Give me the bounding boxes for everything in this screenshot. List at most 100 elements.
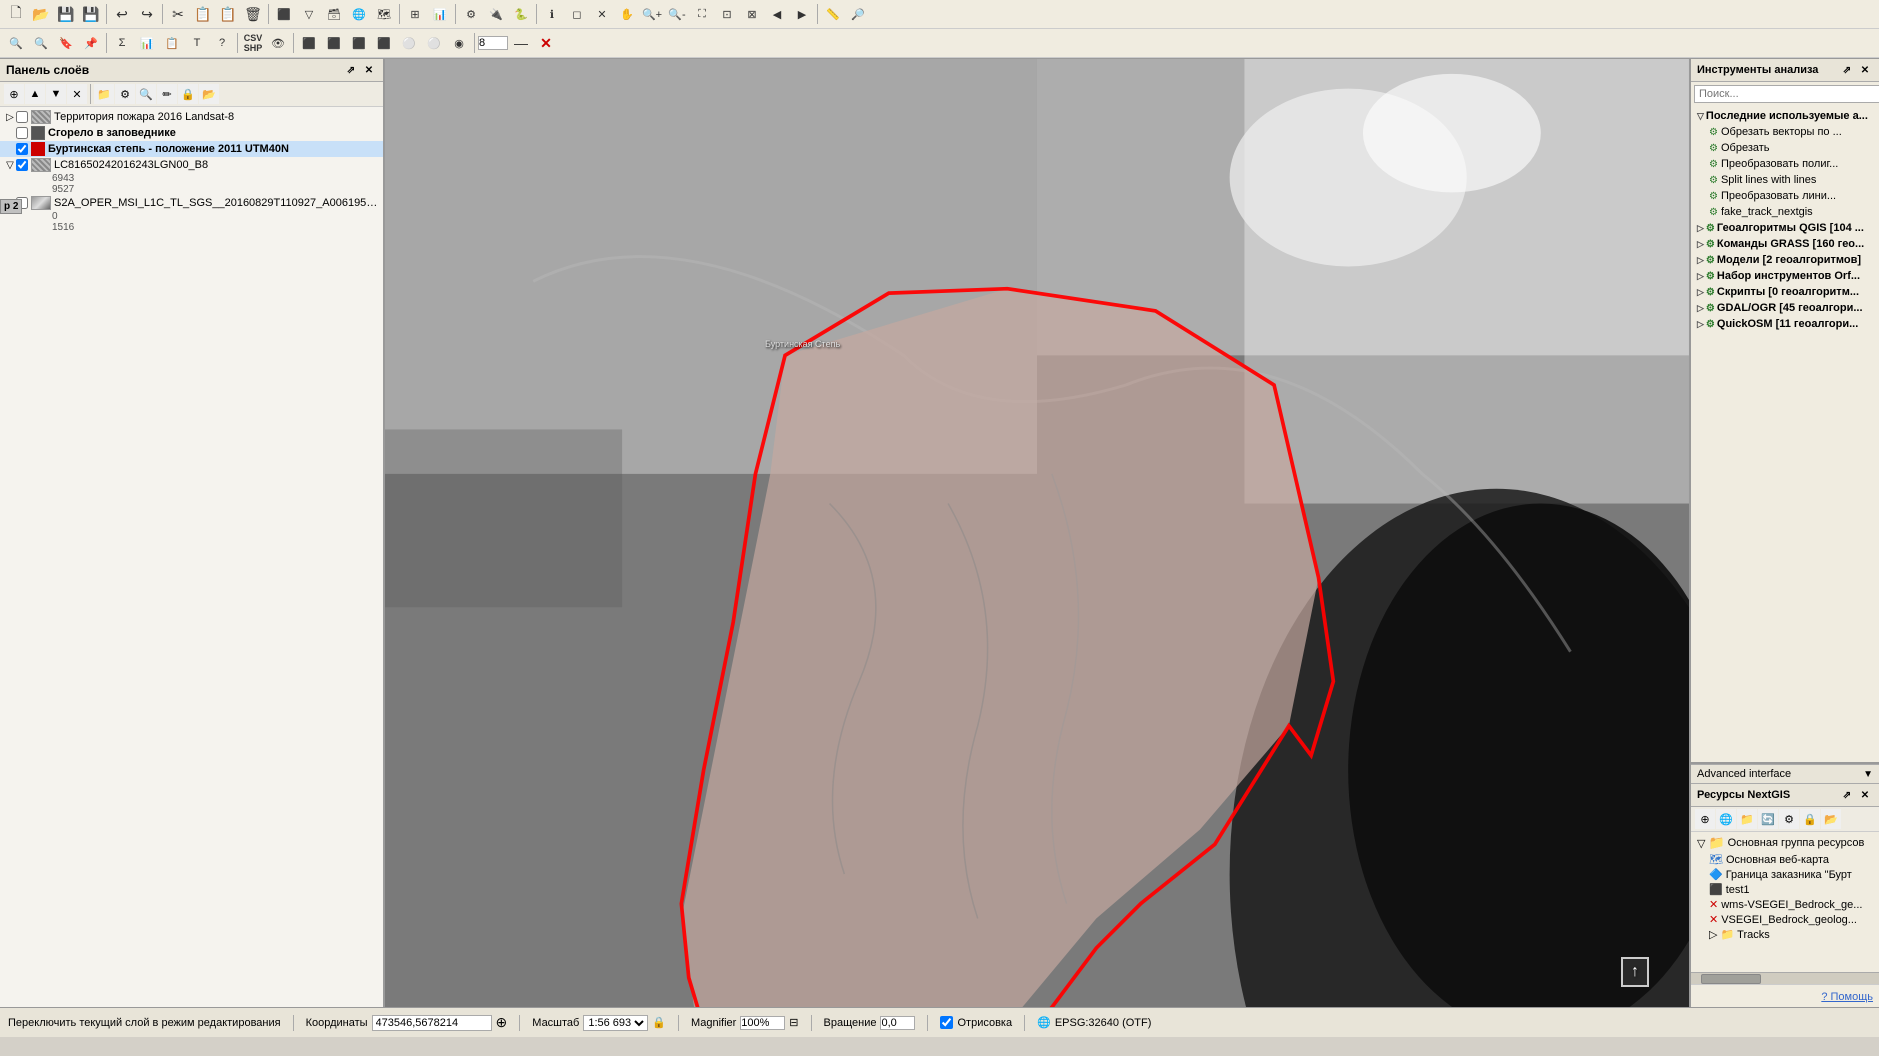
nextgis-folder-btn[interactable]: 📁 bbox=[1737, 809, 1757, 829]
expand-icon[interactable]: ▷ bbox=[1697, 319, 1704, 330]
add-wms-btn[interactable]: 🌐 bbox=[347, 2, 371, 26]
copy-btn[interactable]: 📋 bbox=[191, 2, 215, 26]
advanced-interface-row[interactable]: Advanced interface ▼ bbox=[1691, 764, 1879, 784]
close-x-btn[interactable]: ✕ bbox=[534, 31, 558, 55]
analysis-close-icon[interactable]: ✕ bbox=[1857, 62, 1873, 78]
nextgis-item[interactable]: ▽ 📁 Основная группа ресурсов bbox=[1693, 834, 1877, 852]
polygon-select-btn[interactable]: ⬛ bbox=[347, 31, 371, 55]
rotation-input[interactable] bbox=[478, 36, 508, 50]
bookmark-btn[interactable]: 🔖 bbox=[54, 31, 78, 55]
search-layer-btn[interactable]: 🔍 bbox=[4, 31, 28, 55]
layer-checkbox[interactable] bbox=[16, 127, 28, 139]
rendering-checkbox[interactable] bbox=[940, 1016, 953, 1029]
layer-item[interactable]: ▽ S2A_OPER_MSI_L1C_TL_SGS__20160829T1109… bbox=[0, 195, 383, 211]
attr-table-btn[interactable]: 📊 bbox=[428, 2, 452, 26]
circle-select-btn[interactable]: ⬛ bbox=[322, 31, 346, 55]
measure-btn[interactable]: 📏 bbox=[821, 2, 845, 26]
help-link[interactable]: ? Помощь bbox=[1821, 991, 1873, 1003]
coord-input[interactable] bbox=[372, 1015, 492, 1031]
processing-btn[interactable]: ⚙ bbox=[459, 2, 483, 26]
nextgis-item[interactable]: ✕ wms-VSEGEI_Bedrock_ge... bbox=[1693, 897, 1877, 912]
scale-select[interactable]: 1:56 693 bbox=[583, 1015, 648, 1031]
expand-icon[interactable]: ▷ bbox=[4, 111, 16, 123]
report-btn[interactable]: 📋 bbox=[160, 31, 184, 55]
nextgis-settings-btn[interactable]: ⚙ bbox=[1779, 809, 1799, 829]
add-raster-btn[interactable]: ⬛ bbox=[272, 2, 296, 26]
folder-expand-icon[interactable]: ▽ bbox=[1697, 837, 1705, 850]
cut-btn[interactable]: ✂ bbox=[166, 2, 190, 26]
edit-layer-btn[interactable]: ✏ bbox=[157, 84, 177, 104]
tree-section[interactable]: ▷ ⚙ Скрипты [0 геоалгоритм... bbox=[1693, 284, 1877, 300]
tree-child[interactable]: ⚙ Обрезать векторы по ... bbox=[1693, 124, 1877, 140]
crs-icon[interactable]: 🌐 bbox=[1037, 1016, 1051, 1029]
nextgis-web-btn[interactable]: 🌐 bbox=[1716, 809, 1736, 829]
layer-checkbox[interactable] bbox=[16, 143, 28, 155]
undo-btn[interactable]: ↩ bbox=[110, 2, 134, 26]
crs-label[interactable]: EPSG:32640 (OTF) bbox=[1055, 1017, 1152, 1029]
layer-checkbox[interactable] bbox=[16, 111, 28, 123]
spatial-query-btn[interactable]: 🔎 bbox=[846, 2, 870, 26]
analysis-search-input[interactable] bbox=[1694, 85, 1879, 103]
search-layer-btn2[interactable]: 🔍 bbox=[136, 84, 156, 104]
expand-icon[interactable]: ▽ bbox=[1697, 111, 1704, 122]
layer-checkbox[interactable] bbox=[16, 159, 28, 171]
stats-btn[interactable]: Σ bbox=[110, 31, 134, 55]
filter-btn[interactable]: 🔍 bbox=[29, 31, 53, 55]
tree-child[interactable]: ⚙ Обрезать bbox=[1693, 140, 1877, 156]
dash-btn[interactable]: — bbox=[509, 31, 533, 55]
delete-btn[interactable]: 🗑 bbox=[241, 2, 265, 26]
nextgis-item[interactable]: ▷ 📁 Tracks bbox=[1693, 927, 1877, 942]
expand-icon[interactable]: ▽ bbox=[4, 159, 16, 171]
layer-item[interactable]: ▷ Буртинская степь - положение 2011 UTM4… bbox=[0, 141, 383, 157]
nextgis-float-icon[interactable]: ⇗ bbox=[1839, 787, 1855, 803]
tree-section[interactable]: ▽ Последние используемые а... bbox=[1693, 108, 1877, 124]
add-vector-btn[interactable]: ▽ bbox=[297, 2, 321, 26]
python-btn[interactable]: 🐍 bbox=[509, 2, 533, 26]
open-layer-btn[interactable]: 📁 bbox=[94, 84, 114, 104]
layer-item[interactable]: ▷ Территория пожара 2016 Landsat-8 bbox=[0, 109, 383, 125]
analysis-float-icon[interactable]: ⇗ bbox=[1839, 62, 1855, 78]
expand-icon[interactable]: ▷ bbox=[1697, 255, 1704, 266]
rect-select-btn[interactable]: ⬛ bbox=[297, 31, 321, 55]
nextgis-item[interactable]: ⬛ test1 bbox=[1693, 882, 1877, 897]
nextgis-close-icon[interactable]: ✕ bbox=[1857, 787, 1873, 803]
tree-section[interactable]: ▷ ⚙ GDAL/OGR [45 геоалгори... bbox=[1693, 300, 1877, 316]
new-project-btn[interactable]: 🗋 bbox=[4, 2, 28, 26]
nextgis-open-btn[interactable]: 📂 bbox=[1821, 809, 1841, 829]
oval-btn[interactable]: ⚪ bbox=[397, 31, 421, 55]
add-layer-btn[interactable]: ⊕ bbox=[4, 84, 24, 104]
add-wfs-btn[interactable]: 🗺 bbox=[372, 2, 396, 26]
group-expand-icon[interactable]: ▷ bbox=[1709, 928, 1717, 941]
ring-btn[interactable]: ◉ bbox=[447, 31, 471, 55]
layers-close-icon[interactable]: ✕ bbox=[361, 62, 377, 78]
expand-icon[interactable]: ▷ bbox=[1697, 223, 1704, 234]
save-as-btn[interactable]: 💾 bbox=[79, 2, 103, 26]
nextgis-lock-btn[interactable]: 🔒 bbox=[1800, 809, 1820, 829]
tree-child[interactable]: ⚙ Split lines with lines bbox=[1693, 172, 1877, 188]
rendering-item[interactable]: Отрисовка bbox=[940, 1016, 1012, 1029]
filter-layer-btn[interactable]: ⚙ bbox=[115, 84, 135, 104]
move-up-btn[interactable]: ▲ bbox=[25, 84, 45, 104]
expand-icon[interactable]: ▷ bbox=[1697, 271, 1704, 282]
circ-btn[interactable]: ⚪ bbox=[422, 31, 446, 55]
rotation-status-input[interactable] bbox=[880, 1016, 915, 1030]
freehand-btn[interactable]: ⬛ bbox=[372, 31, 396, 55]
tree-section[interactable]: ▷ ⚙ Команды GRASS [160 гео... bbox=[1693, 236, 1877, 252]
zoom-select-btn[interactable]: ⊠ bbox=[740, 2, 764, 26]
horizontal-scrollbar[interactable] bbox=[1691, 972, 1879, 984]
expand-icon[interactable]: ▷ bbox=[1697, 287, 1704, 298]
expand-icon[interactable]: ▷ bbox=[1697, 303, 1704, 314]
tree-section[interactable]: ▷ ⚙ QuickOSM [11 геоалгори... bbox=[1693, 316, 1877, 332]
map-area[interactable]: Буртинская Степь ↑ bbox=[385, 59, 1689, 1007]
nextgis-item[interactable]: 🗺 Основная веб-карта bbox=[1693, 852, 1877, 867]
chart-btn[interactable]: 📊 bbox=[135, 31, 159, 55]
add-db-btn[interactable]: 🗃 bbox=[322, 2, 346, 26]
label-btn[interactable]: T bbox=[185, 31, 209, 55]
tree-child[interactable]: ⚙ fake_track_nextgis bbox=[1693, 204, 1877, 220]
save-project-btn[interactable]: 💾 bbox=[54, 2, 78, 26]
plugins-btn[interactable]: 🔌 bbox=[484, 2, 508, 26]
tree-section[interactable]: ▷ ⚙ Модели [2 геоалгоритмов] bbox=[1693, 252, 1877, 268]
scrollbar-thumb[interactable] bbox=[1701, 974, 1761, 984]
layer-item[interactable]: ▽ LC81650242016243LGN00_B8 bbox=[0, 157, 383, 173]
zoom-in-btn[interactable]: 🔍+ bbox=[640, 2, 664, 26]
